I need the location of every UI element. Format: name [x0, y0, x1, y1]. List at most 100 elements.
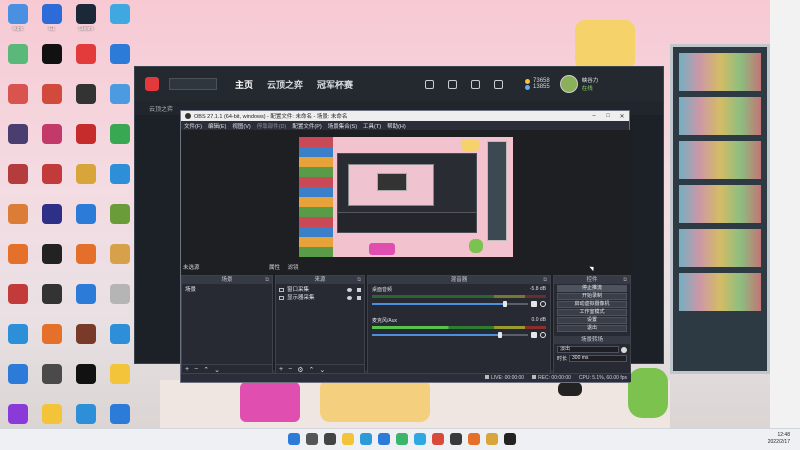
desktop-shortcut[interactable]: GL — [36, 2, 68, 42]
obs-window[interactable]: OBS 27.1.1 (64-bit, windows) - 配置文件: 未命名… — [180, 110, 631, 383]
desktop-shortcut[interactable] — [2, 362, 34, 402]
source-list-item[interactable]: 显示器采集 — [279, 294, 361, 302]
avatar[interactable] — [559, 75, 578, 93]
desktop-shortcut[interactable] — [70, 242, 102, 282]
volume-knob[interactable] — [497, 332, 502, 338]
desktop-shortcut[interactable] — [104, 82, 136, 122]
launcher-nav-home[interactable]: 主页 — [235, 78, 253, 91]
task-view-icon[interactable] — [324, 433, 336, 445]
desktop-shortcut[interactable] — [2, 162, 34, 202]
stop-streaming-button[interactable]: 停止推流 — [557, 285, 627, 292]
desktop-shortcut[interactable] — [70, 122, 102, 162]
studio-mode-button[interactable]: 工作室模式 — [557, 309, 627, 316]
launcher-nav-tft[interactable]: 云顶之弈 — [267, 78, 303, 91]
taskbar-clock[interactable]: 12:48 2022/2/17 — [768, 432, 790, 446]
launcher-nav-cup[interactable]: 冠军杯赛 — [317, 78, 353, 91]
dock-close-icon[interactable]: ⧉ — [265, 276, 269, 284]
file-explorer-icon[interactable] — [342, 433, 354, 445]
desktop-shortcut[interactable] — [104, 202, 136, 242]
menu-scene-collection[interactable]: 场景集合(S) — [328, 122, 357, 130]
dock-close-icon[interactable]: ⧉ — [543, 276, 547, 284]
desktop-shortcut[interactable] — [70, 42, 102, 82]
filters-button[interactable]: 滤镜 — [288, 263, 299, 271]
desktop-shortcut[interactable] — [104, 362, 136, 402]
desktop-shortcut[interactable] — [104, 122, 136, 162]
launcher-search-input[interactable] — [169, 78, 217, 90]
properties-button[interactable]: 属性 — [269, 265, 280, 271]
desktop-shortcut[interactable] — [36, 282, 68, 322]
lock-icon[interactable] — [357, 288, 361, 292]
desktop-shortcut[interactable] — [70, 282, 102, 322]
chat-icon[interactable] — [396, 433, 408, 445]
edge-icon[interactable] — [360, 433, 372, 445]
menu-docks[interactable]: 停靠部件(D) — [257, 122, 287, 130]
menu-edit[interactable]: 编辑(E) — [208, 122, 226, 130]
desktop-shortcut[interactable] — [2, 322, 34, 362]
launcher-tool[interactable] — [494, 79, 504, 89]
duration-input[interactable]: 300 ms — [569, 355, 627, 362]
dock-close-icon[interactable]: ⧉ — [357, 276, 361, 284]
visibility-eye-icon[interactable] — [347, 288, 352, 292]
remove-icon[interactable]: − — [194, 366, 198, 373]
desktop-shortcut[interactable] — [104, 322, 136, 362]
menu-file[interactable]: 文件(F) — [184, 122, 202, 130]
minimize-icon[interactable]: – — [587, 113, 601, 120]
desktop-shortcut[interactable] — [2, 202, 34, 242]
desktop-shortcut[interactable] — [70, 362, 102, 402]
desktop-shortcut[interactable] — [36, 122, 68, 162]
volume-knob[interactable] — [502, 301, 507, 307]
menu-help[interactable]: 帮助(H) — [387, 122, 406, 130]
search-icon[interactable] — [306, 433, 318, 445]
desktop-shortcut[interactable] — [2, 82, 34, 122]
desktop-shortcut[interactable] — [104, 42, 136, 82]
launcher-tool[interactable] — [471, 79, 481, 89]
gear-icon[interactable] — [540, 301, 546, 307]
desktop-shortcut[interactable] — [104, 162, 136, 202]
desktop-shortcut[interactable] — [36, 162, 68, 202]
scene-list-item[interactable]: 场景 — [185, 286, 269, 294]
desktop-shortcut[interactable] — [2, 42, 34, 82]
desktop-shortcut[interactable]: Steam — [70, 2, 102, 42]
desktop-shortcut[interactable]: vupc — [2, 2, 34, 42]
desktop-shortcut[interactable] — [104, 242, 136, 282]
start-recording-button[interactable]: 开始录制 — [557, 293, 627, 300]
menu-tools[interactable]: 工具(T) — [363, 122, 381, 130]
app-icon[interactable] — [468, 433, 480, 445]
launcher-user[interactable]: 峡谷力 在线 — [559, 75, 598, 93]
desktop-shortcut[interactable] — [2, 122, 34, 162]
launcher-tool[interactable] — [448, 79, 458, 89]
obs-titlebar[interactable]: OBS 27.1.1 (64-bit, windows) - 配置文件: 未命名… — [181, 111, 629, 121]
desktop-shortcut[interactable] — [36, 242, 68, 282]
volume-slider[interactable] — [372, 332, 528, 338]
transition-select[interactable]: 淡出 — [557, 346, 619, 353]
launcher-tool[interactable] — [425, 79, 435, 89]
desktop-shortcut[interactable] — [36, 42, 68, 82]
desktop-shortcut[interactable] — [36, 82, 68, 122]
close-icon[interactable]: ✕ — [615, 113, 629, 120]
desktop-shortcut[interactable] — [70, 322, 102, 362]
store-icon[interactable] — [378, 433, 390, 445]
desktop-shortcut[interactable] — [2, 282, 34, 322]
volume-slider[interactable] — [372, 301, 528, 307]
desktop-shortcut[interactable] — [36, 202, 68, 242]
speaker-icon[interactable] — [531, 301, 537, 307]
source-list-item[interactable]: 窗口采集 — [279, 286, 361, 294]
exit-button[interactable]: 退出 — [557, 325, 627, 332]
app-icon[interactable] — [486, 433, 498, 445]
desktop-shortcut[interactable] — [2, 242, 34, 282]
desktop-shortcut[interactable] — [70, 202, 102, 242]
speaker-icon[interactable] — [531, 332, 537, 338]
preview-canvas[interactable] — [299, 137, 513, 257]
desktop-shortcut[interactable] — [104, 2, 136, 42]
maximize-icon[interactable]: □ — [601, 113, 615, 120]
menu-profile[interactable]: 配置文件(P) — [292, 122, 321, 130]
visibility-eye-icon[interactable] — [347, 296, 352, 300]
add-icon[interactable]: + — [185, 366, 189, 373]
desktop-shortcut[interactable] — [104, 282, 136, 322]
windows-start-icon[interactable] — [288, 433, 300, 445]
obs-icon[interactable] — [504, 433, 516, 445]
desktop-shortcut[interactable] — [36, 362, 68, 402]
settings-button[interactable]: 设置 — [557, 317, 627, 324]
remove-icon[interactable]: − — [288, 366, 292, 373]
gear-icon[interactable] — [540, 332, 546, 338]
